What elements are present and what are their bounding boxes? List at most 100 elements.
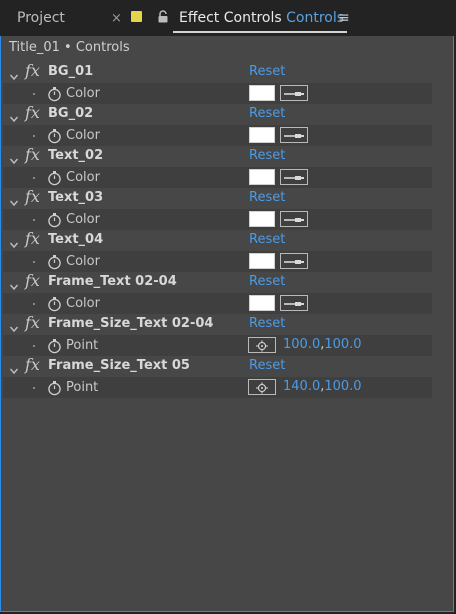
color-swatch[interactable] xyxy=(249,85,275,101)
effect-row: fx Frame_Size_Text 05 Reset xyxy=(3,355,432,377)
stopwatch-icon[interactable] xyxy=(47,212,62,228)
tab-effect-controls[interactable]: Effect Controls Controls xyxy=(179,10,344,26)
tab-project[interactable]: Project xyxy=(17,10,65,26)
chevron-down-icon[interactable] xyxy=(9,319,19,333)
twirl-dot xyxy=(33,261,35,263)
color-swatch[interactable] xyxy=(249,127,275,143)
reset-button[interactable]: Reset xyxy=(249,316,285,331)
chevron-down-icon[interactable] xyxy=(9,193,19,207)
crosshair-icon[interactable] xyxy=(248,379,276,395)
eyedropper-icon[interactable] xyxy=(280,169,308,185)
effect-row: fx BG_01 Reset xyxy=(3,61,432,83)
twirl-dot xyxy=(33,177,35,179)
panel-tab-bar: Project × Effect Controls Controls ≡ xyxy=(0,0,456,36)
fx-icon[interactable]: fx xyxy=(25,103,40,122)
fx-icon[interactable]: fx xyxy=(25,271,40,290)
tab-effect-controls-label: Effect Controls xyxy=(179,10,282,26)
color-swatch[interactable] xyxy=(249,295,275,311)
stopwatch-icon[interactable] xyxy=(47,296,62,312)
property-name: Point xyxy=(66,380,99,395)
stopwatch-icon[interactable] xyxy=(47,338,62,354)
effect-name: Text_04 xyxy=(48,232,104,247)
close-tab-button[interactable]: × xyxy=(111,11,122,26)
property-row: Color xyxy=(3,83,432,104)
effect-row: fx Text_02 Reset xyxy=(3,145,432,167)
effect-row: fx Text_03 Reset xyxy=(3,187,432,209)
chevron-down-icon[interactable] xyxy=(9,109,19,123)
property-name: Color xyxy=(66,254,100,269)
property-row: Color xyxy=(3,167,432,188)
fx-icon[interactable]: fx xyxy=(25,313,40,332)
twirl-dot xyxy=(33,135,35,137)
twirl-dot xyxy=(33,93,35,95)
tab-effect-controls-target: Controls xyxy=(286,10,345,26)
chevron-down-icon[interactable] xyxy=(9,361,19,375)
reset-button[interactable]: Reset xyxy=(249,358,285,373)
eyedropper-icon[interactable] xyxy=(280,211,308,227)
stopwatch-icon[interactable] xyxy=(47,380,62,396)
effect-name: BG_02 xyxy=(48,106,94,121)
panel-title: Title_01 • Controls xyxy=(9,40,130,55)
point-value[interactable]: 100.0,100.0 xyxy=(283,337,362,352)
reset-button[interactable]: Reset xyxy=(249,106,285,121)
property-name: Point xyxy=(66,338,99,353)
eyedropper-icon[interactable] xyxy=(280,295,308,311)
point-x-value[interactable]: 100.0 xyxy=(283,337,320,352)
reset-button[interactable]: Reset xyxy=(249,64,285,79)
effect-name: Frame_Size_Text 02-04 xyxy=(48,316,214,331)
effects-list: fx BG_01 Reset Color fx BG_02 Reset Color fx Text… xyxy=(3,61,432,398)
point-value[interactable]: 140.0,100.0 xyxy=(283,379,362,394)
reset-button[interactable]: Reset xyxy=(249,274,285,289)
reset-button[interactable]: Reset xyxy=(249,148,285,163)
panel-menu-icon[interactable]: ≡ xyxy=(338,10,350,26)
chevron-down-icon[interactable] xyxy=(9,151,19,165)
reset-button[interactable]: Reset xyxy=(249,190,285,205)
fx-icon[interactable]: fx xyxy=(25,61,40,80)
effect-row: fx Frame_Text 02-04 Reset xyxy=(3,271,432,293)
effect-name: Frame_Size_Text 05 xyxy=(48,358,190,373)
crosshair-icon[interactable] xyxy=(248,337,276,353)
color-swatch[interactable] xyxy=(249,211,275,227)
color-swatch[interactable] xyxy=(249,253,275,269)
property-name: Color xyxy=(66,170,100,185)
eyedropper-icon[interactable] xyxy=(280,127,308,143)
effect-name: Text_03 xyxy=(48,190,104,205)
chevron-down-icon[interactable] xyxy=(9,67,19,81)
fx-icon[interactable]: fx xyxy=(25,145,40,164)
fx-icon[interactable]: fx xyxy=(25,187,40,206)
stopwatch-icon[interactable] xyxy=(47,128,62,144)
twirl-dot xyxy=(33,219,35,221)
eyedropper-icon[interactable] xyxy=(280,253,308,269)
twirl-dot xyxy=(33,345,35,347)
active-tab-indicator xyxy=(173,31,347,33)
property-row: Color xyxy=(3,125,432,146)
stopwatch-icon[interactable] xyxy=(47,254,62,270)
point-y-value[interactable]: 100.0 xyxy=(324,379,361,394)
property-name: Color xyxy=(66,86,100,101)
fx-icon[interactable]: fx xyxy=(25,355,40,374)
property-name: Color xyxy=(66,212,100,227)
chevron-down-icon[interactable] xyxy=(9,277,19,291)
property-row: Color xyxy=(3,251,432,272)
fx-icon[interactable]: fx xyxy=(25,229,40,248)
property-name: Color xyxy=(66,296,100,311)
stopwatch-icon[interactable] xyxy=(47,86,62,102)
chevron-down-icon[interactable] xyxy=(9,235,19,249)
lock-icon[interactable] xyxy=(157,10,169,23)
effect-row: fx Text_04 Reset xyxy=(3,229,432,251)
property-row: Point 100.0,100.0 xyxy=(3,335,432,356)
property-row: Color xyxy=(3,293,432,314)
twirl-dot xyxy=(33,387,35,389)
point-x-value[interactable]: 140.0 xyxy=(283,379,320,394)
reset-button[interactable]: Reset xyxy=(249,232,285,247)
effect-row: fx BG_02 Reset xyxy=(3,103,432,125)
layer-color-swatch xyxy=(131,11,142,22)
eyedropper-icon[interactable] xyxy=(280,85,308,101)
property-row: Color xyxy=(3,209,432,230)
property-name: Color xyxy=(66,128,100,143)
twirl-dot xyxy=(33,303,35,305)
point-y-value[interactable]: 100.0 xyxy=(324,337,361,352)
effect-controls-panel: Title_01 • Controls fx BG_01 Reset Color fx B… xyxy=(0,36,454,612)
color-swatch[interactable] xyxy=(249,169,275,185)
stopwatch-icon[interactable] xyxy=(47,170,62,186)
